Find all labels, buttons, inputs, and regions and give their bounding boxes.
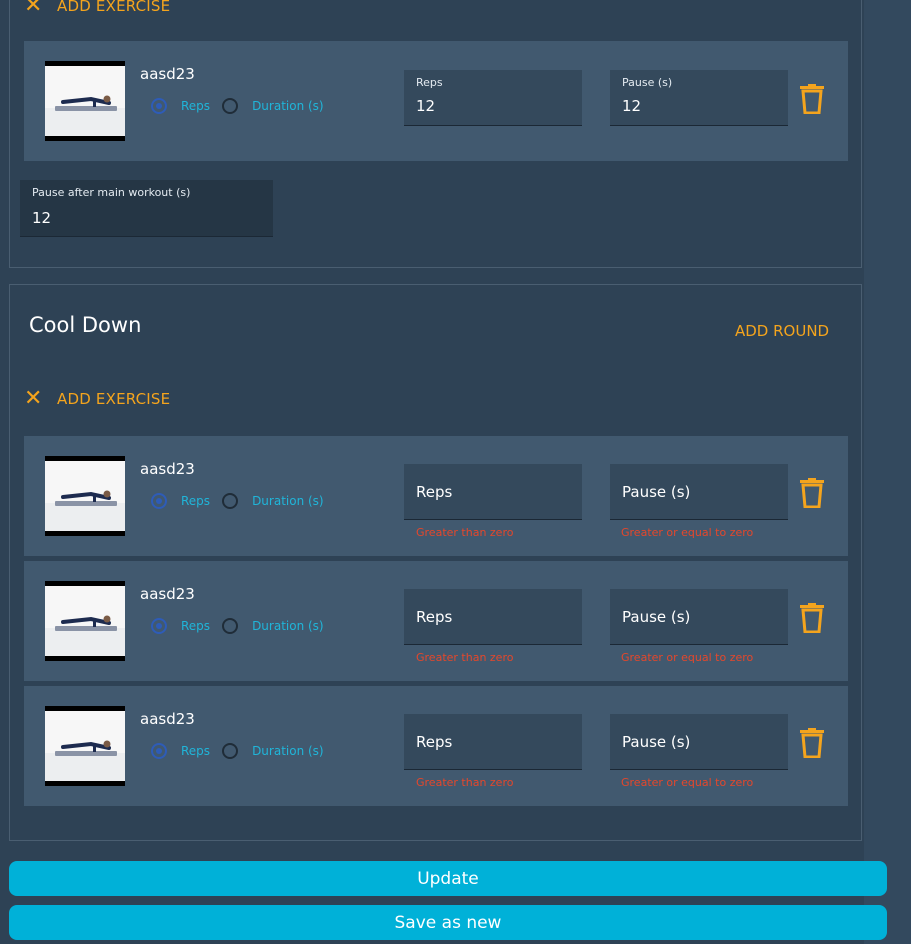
- pause-error-text: Greater or equal to zero: [621, 526, 754, 539]
- reps-radio[interactable]: [151, 98, 167, 114]
- exercise-mode-radio-group: Reps Duration (s): [151, 98, 324, 114]
- exercise-name: aasd23: [140, 65, 195, 83]
- reps-radio[interactable]: [151, 743, 167, 759]
- close-icon: ✕: [24, 386, 43, 411]
- save-as-new-button[interactable]: Save as new: [9, 905, 887, 940]
- reps-input[interactable]: Reps 12: [404, 70, 582, 126]
- exercise-card: aasd23 Reps Duration (s) Reps 12 Pause (…: [24, 41, 848, 161]
- pause-input-placeholder: Pause (s): [622, 733, 691, 751]
- pause-input-placeholder: Pause (s): [622, 608, 691, 626]
- exercise-card: aasd23 Reps Duration (s) Reps Greater th…: [24, 436, 848, 556]
- reps-error-text: Greater than zero: [416, 526, 514, 539]
- main-workout-section: ✕ ADD EXERCISE aasd23 Reps Duration (s) …: [9, 0, 862, 268]
- pause-input-placeholder: Pause (s): [622, 483, 691, 501]
- duration-radio-label: Duration (s): [252, 99, 324, 113]
- duration-radio[interactable]: [222, 618, 239, 634]
- duration-radio-label: Duration (s): [252, 494, 324, 508]
- reps-input-placeholder: Reps: [416, 608, 453, 626]
- reps-radio-label: Reps: [181, 744, 211, 758]
- add-exercise-button[interactable]: ✕ ADD EXERCISE: [24, 0, 170, 17]
- trash-icon[interactable]: [800, 84, 824, 115]
- exercise-name: aasd23: [140, 710, 195, 728]
- pause-input[interactable]: Pause (s) 12: [610, 70, 788, 126]
- reps-error-text: Greater than zero: [416, 776, 514, 789]
- pause-after-value: 12: [32, 209, 52, 227]
- pause-error-text: Greater or equal to zero: [621, 776, 754, 789]
- cool-down-section: Cool Down ADD ROUND ✕ ADD EXERCISE aasd2…: [9, 284, 862, 841]
- pause-error-text: Greater or equal to zero: [621, 651, 754, 664]
- pause-input-value: 12: [622, 97, 642, 115]
- reps-radio-label: Reps: [181, 619, 211, 633]
- reps-input-value: 12: [416, 97, 436, 115]
- pause-input[interactable]: Pause (s): [610, 464, 788, 520]
- reps-error-text: Greater than zero: [416, 651, 514, 664]
- exercise-card: aasd23 Reps Duration (s) Reps Greater th…: [24, 561, 848, 681]
- exercise-thumbnail: [45, 581, 125, 661]
- reps-input[interactable]: Reps: [404, 589, 582, 645]
- reps-input-label: Reps: [416, 76, 443, 89]
- close-icon: ✕: [24, 0, 43, 18]
- trash-icon[interactable]: [800, 728, 824, 759]
- duration-radio[interactable]: [222, 743, 239, 759]
- right-gutter: [864, 0, 911, 944]
- exercise-mode-radio-group: Reps Duration (s): [151, 493, 324, 509]
- exercise-card: aasd23 Reps Duration (s) Reps Greater th…: [24, 686, 848, 806]
- pause-input[interactable]: Pause (s): [610, 714, 788, 770]
- duration-radio[interactable]: [222, 98, 239, 114]
- pause-after-label: Pause after main workout (s): [32, 186, 191, 199]
- reps-radio[interactable]: [151, 618, 167, 634]
- pause-input-label: Pause (s): [622, 76, 673, 89]
- update-button[interactable]: Update: [9, 861, 887, 896]
- pause-after-main-workout-input[interactable]: Pause after main workout (s) 12: [20, 180, 273, 237]
- exercise-mode-radio-group: Reps Duration (s): [151, 618, 324, 634]
- reps-input-placeholder: Reps: [416, 733, 453, 751]
- section-title: Cool Down: [29, 313, 142, 337]
- add-round-button[interactable]: ADD ROUND: [735, 322, 829, 340]
- add-exercise-label: ADD EXERCISE: [57, 0, 171, 15]
- pause-input[interactable]: Pause (s): [610, 589, 788, 645]
- exercise-mode-radio-group: Reps Duration (s): [151, 743, 324, 759]
- duration-radio-label: Duration (s): [252, 744, 324, 758]
- exercise-thumbnail: [45, 456, 125, 536]
- reps-input[interactable]: Reps: [404, 714, 582, 770]
- reps-radio-label: Reps: [181, 494, 211, 508]
- exercise-name: aasd23: [140, 585, 195, 603]
- exercise-thumbnail: [45, 61, 125, 141]
- add-exercise-button[interactable]: ✕ ADD EXERCISE: [24, 388, 170, 410]
- duration-radio-label: Duration (s): [252, 619, 324, 633]
- exercise-thumbnail: [45, 706, 125, 786]
- exercise-name: aasd23: [140, 460, 195, 478]
- trash-icon[interactable]: [800, 478, 824, 509]
- duration-radio[interactable]: [222, 493, 239, 509]
- reps-input-placeholder: Reps: [416, 483, 453, 501]
- add-exercise-label: ADD EXERCISE: [57, 390, 171, 408]
- reps-input[interactable]: Reps: [404, 464, 582, 520]
- reps-radio-label: Reps: [181, 99, 211, 113]
- trash-icon[interactable]: [800, 603, 824, 634]
- reps-radio[interactable]: [151, 493, 167, 509]
